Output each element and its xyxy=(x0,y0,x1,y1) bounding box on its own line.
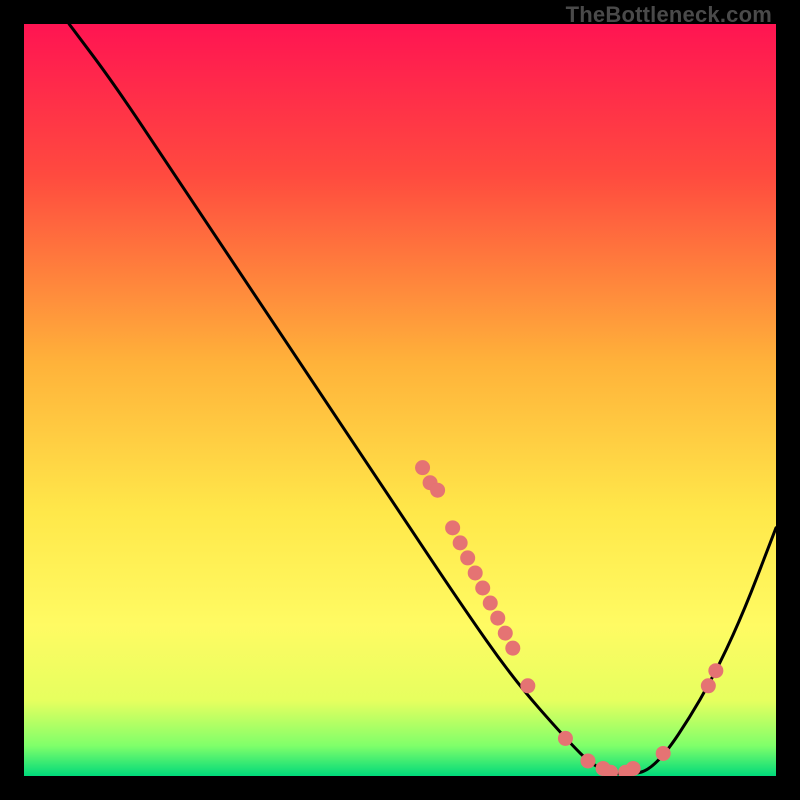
data-marker xyxy=(708,663,723,678)
data-marker xyxy=(415,460,430,475)
data-marker xyxy=(483,596,498,611)
bottleneck-curve-chart xyxy=(24,24,776,776)
data-marker xyxy=(498,626,513,641)
data-marker xyxy=(430,483,445,498)
gradient-background xyxy=(24,24,776,776)
data-marker xyxy=(558,731,573,746)
data-marker xyxy=(468,565,483,580)
data-marker xyxy=(475,581,490,596)
data-marker xyxy=(701,678,716,693)
data-marker xyxy=(445,520,460,535)
data-marker xyxy=(520,678,535,693)
data-marker xyxy=(505,641,520,656)
data-marker xyxy=(490,611,505,626)
data-marker xyxy=(656,746,671,761)
chart-frame xyxy=(24,24,776,776)
data-marker xyxy=(626,761,641,776)
data-marker xyxy=(460,550,475,565)
data-marker xyxy=(581,753,596,768)
data-marker xyxy=(453,535,468,550)
